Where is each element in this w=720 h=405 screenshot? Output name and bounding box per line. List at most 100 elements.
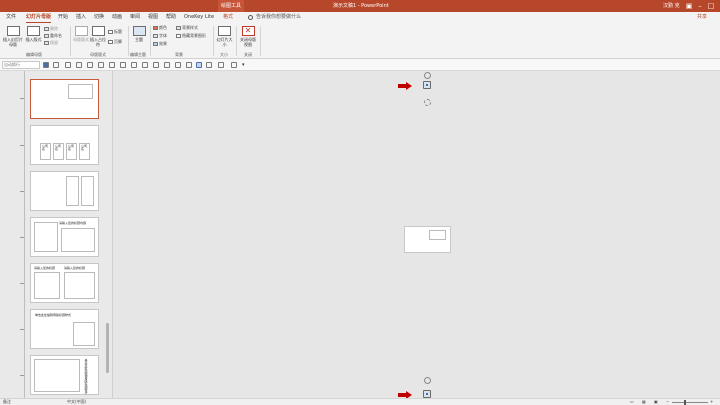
- bg-styles-button[interactable]: 背景样式: [176, 25, 198, 31]
- tab-view[interactable]: 视图: [148, 12, 158, 23]
- align-left-icon[interactable]: [109, 62, 115, 68]
- themes-icon: [132, 26, 146, 36]
- ungroup-icon[interactable]: [164, 62, 170, 68]
- selection-handle-icon[interactable]: [423, 81, 431, 89]
- minimize-icon[interactable]: –: [695, 1, 705, 11]
- tab-onekey[interactable]: OneKey Lite: [184, 12, 214, 23]
- delete-button[interactable]: 删除: [44, 26, 58, 32]
- zoom-slider-knob[interactable]: [684, 400, 686, 405]
- themes-button[interactable]: 主题: [131, 26, 147, 42]
- tab-insert[interactable]: 插入: [76, 12, 86, 23]
- preserve-button[interactable]: 保留: [44, 40, 58, 46]
- slide-sorter-icon[interactable]: ▦: [642, 399, 646, 405]
- slide-thumbnail[interactable]: 公司名 公司名 公司名 公司名: [30, 125, 99, 165]
- thumbnail-text: 请输入您的标题内容: [59, 221, 87, 225]
- fonts-button[interactable]: 字体: [153, 33, 167, 39]
- shape-fill-icon[interactable]: [206, 62, 212, 68]
- user-name[interactable]: 汉勤 克: [663, 0, 680, 12]
- slide-size-button[interactable]: 幻灯片大小: [216, 26, 233, 47]
- zoom-out-icon[interactable]: −: [666, 399, 669, 405]
- slide-thumbnail[interactable]: 请输入您的标题 请输入您的标题: [30, 263, 99, 303]
- group-icon[interactable]: [153, 62, 159, 68]
- thumbnail-connector: [20, 191, 24, 192]
- tab-format[interactable]: 格式: [223, 12, 233, 23]
- close-master-button[interactable]: ✕ 关闭母版视图: [239, 26, 257, 47]
- slide-canvas[interactable]: [114, 71, 720, 399]
- effects-icon: [153, 42, 158, 46]
- tab-help[interactable]: 帮助: [166, 12, 176, 23]
- tab-file[interactable]: 文件: [6, 12, 16, 23]
- tell-me-search[interactable]: 告诉我你想要做什么: [256, 12, 301, 23]
- tab-transitions[interactable]: 切换: [94, 12, 104, 23]
- footer-checkbox[interactable]: 页脚: [108, 39, 122, 45]
- title-checkbox[interactable]: 标题: [108, 29, 122, 35]
- insert-placeholder-button[interactable]: 插入占位符: [90, 26, 106, 47]
- zoom-slider[interactable]: [672, 402, 708, 403]
- search-icon[interactable]: [248, 15, 253, 20]
- thumbnail-scrollbar-thumb[interactable]: [106, 323, 109, 373]
- share-button[interactable]: 共享: [697, 12, 707, 23]
- effects-button[interactable]: 效果: [153, 41, 167, 47]
- group-edit-master-label: 编辑母版: [26, 52, 42, 57]
- normal-view-icon[interactable]: ▭: [630, 399, 634, 405]
- colors-button[interactable]: 颜色: [153, 25, 167, 31]
- title-bar: 绘图工具 演示文稿1 - PowerPoint 汉勤 克 ▣ – □: [0, 0, 720, 12]
- redo-icon[interactable]: [65, 62, 71, 68]
- selection-handle-icon[interactable]: [423, 390, 431, 398]
- thumbnail-placeholder: [64, 272, 95, 299]
- settings-icon[interactable]: [231, 62, 237, 68]
- master-layout-icon: [74, 26, 88, 36]
- save-icon[interactable]: [43, 62, 49, 68]
- selection-pane-icon[interactable]: [196, 62, 202, 68]
- move-handle-icon[interactable]: [424, 99, 431, 106]
- tab-home[interactable]: 开始: [58, 12, 68, 23]
- red-arrow-marker: [398, 82, 412, 90]
- align-middle-icon[interactable]: [87, 62, 93, 68]
- colors-label: 颜色: [159, 25, 167, 30]
- align-right-icon[interactable]: [131, 62, 137, 68]
- language-indicator[interactable]: 中文(中国): [67, 399, 86, 405]
- align-top-icon[interactable]: [76, 62, 82, 68]
- slide-thumbnail[interactable]: 请输入您的标题内容: [30, 217, 99, 257]
- rotate-handle-icon[interactable]: [424, 377, 431, 384]
- thumbnail-text: 请输入您的标题: [34, 266, 56, 270]
- shape-outline-icon[interactable]: [218, 62, 224, 68]
- slide-thumbnail[interactable]: [30, 79, 99, 119]
- thumbnail-text: 单击此处编辑母版标题样式: [35, 313, 72, 317]
- slide-thumbnail[interactable]: [30, 171, 99, 211]
- tab-animations[interactable]: 动画: [112, 12, 122, 23]
- slide-preview-placeholder: [429, 230, 446, 240]
- context-tab-label: 绘图工具: [218, 0, 245, 12]
- notes-button[interactable]: 备注: [3, 399, 11, 405]
- ribbon-divider: [260, 26, 261, 56]
- hide-bg-checkbox[interactable]: 隐藏背景图形: [176, 33, 206, 39]
- thumbnail-placeholder: [81, 176, 94, 206]
- tab-slide-master[interactable]: 幻灯片母版: [26, 12, 52, 23]
- slide-thumbnail[interactable]: 单击此处编辑母版标题样式: [30, 355, 99, 395]
- slide-preview-object[interactable]: [404, 226, 451, 253]
- group-close-label: 关闭: [244, 52, 252, 57]
- fonts-icon: [153, 34, 158, 38]
- checkbox-icon: [108, 40, 113, 44]
- insert-layout-button[interactable]: 插入版式: [24, 26, 43, 42]
- zoom-in-icon[interactable]: +: [710, 399, 713, 405]
- reading-view-icon[interactable]: ▣: [654, 399, 658, 405]
- ribbon-display-icon[interactable]: ▣: [684, 1, 694, 11]
- rename-button[interactable]: 重命名: [44, 33, 62, 39]
- master-layout-button[interactable]: 母版版式: [73, 26, 89, 42]
- align-bottom-icon[interactable]: [98, 62, 104, 68]
- bring-forward-icon[interactable]: [175, 62, 181, 68]
- tab-review[interactable]: 审阅: [130, 12, 140, 23]
- rotate-handle-icon[interactable]: [424, 72, 431, 79]
- align-center-icon[interactable]: [120, 62, 126, 68]
- bg-styles-label: 背景样式: [182, 25, 198, 30]
- undo-icon[interactable]: [53, 62, 59, 68]
- distribute-icon[interactable]: [142, 62, 148, 68]
- slide-thumbnail[interactable]: 单击此处编辑母版标题样式: [30, 309, 99, 349]
- send-backward-icon[interactable]: [186, 62, 192, 68]
- customize-qat-icon[interactable]: ▾: [242, 62, 248, 68]
- font-box[interactable]: 自动换行: [2, 61, 40, 69]
- maximize-icon[interactable]: □: [706, 1, 716, 11]
- insert-master-button[interactable]: 插入幻灯片母版: [3, 26, 23, 47]
- ribbon-divider: [150, 26, 151, 56]
